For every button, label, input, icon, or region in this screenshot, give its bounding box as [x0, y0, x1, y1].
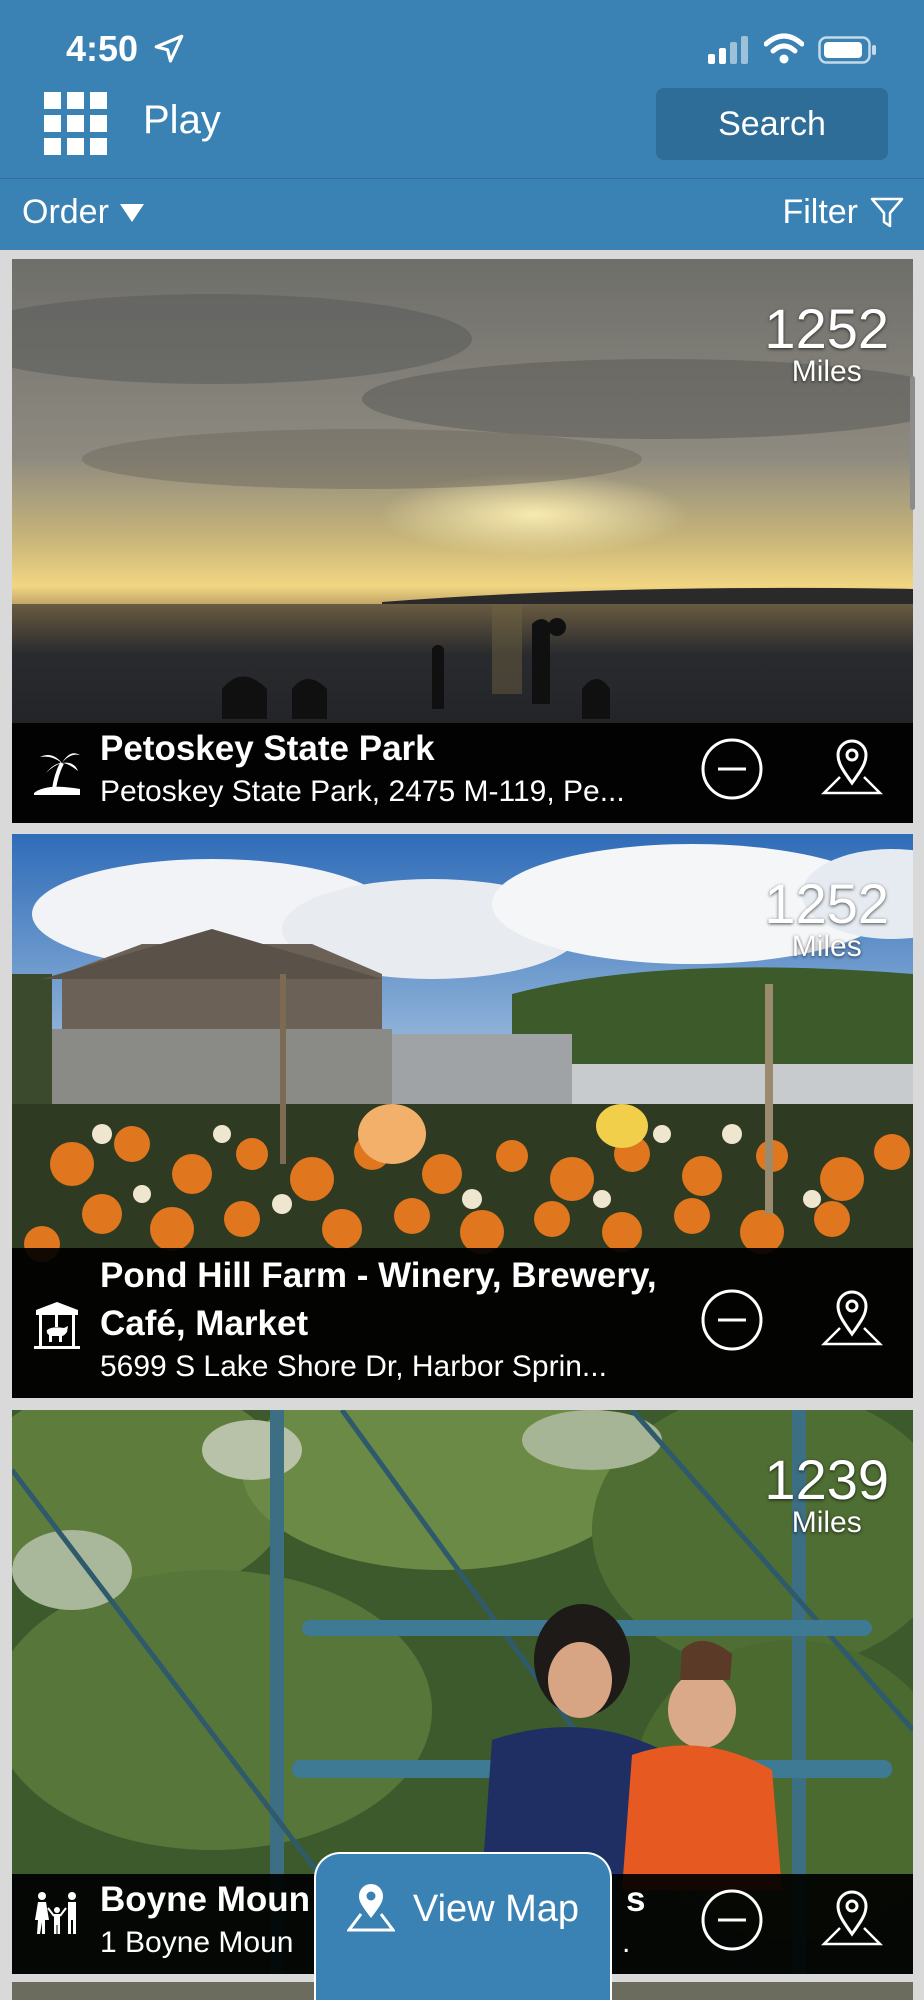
place-name-tail: s — [626, 1880, 646, 1919]
place-address: 5699 S Lake Shore Dr, Harbor Sprin... — [100, 1350, 607, 1383]
distance-unit: Miles — [791, 930, 862, 963]
distance-value: 1239 — [764, 1448, 889, 1511]
place-address: Petoskey State Park, 2475 M-119, Pe... — [100, 775, 625, 808]
place-name: Petoskey State Park — [100, 729, 435, 768]
distance-unit: Miles — [791, 1506, 862, 1539]
scrollbar[interactable] — [910, 376, 915, 510]
view-map-label: View Map — [412, 1888, 580, 1930]
battery-icon — [818, 36, 876, 64]
cellular-signal-icon — [708, 36, 748, 64]
beach-palm-icon — [34, 753, 80, 795]
caret-down-icon — [119, 203, 144, 222]
status-time: 4:50 — [66, 28, 139, 69]
place-card[interactable]: 1252 Miles Petoskey State Park Petoskey … — [12, 259, 913, 823]
family-icon — [35, 1892, 76, 1934]
distance-badge: 1239 Miles — [764, 1452, 889, 1538]
place-name: Pond Hill Farm - Winery, Brewery, Café, … — [100, 1256, 657, 1343]
distance-unit: Miles — [791, 355, 862, 388]
remove-circle-icon[interactable] — [700, 1288, 764, 1352]
remove-circle-icon[interactable] — [700, 1888, 764, 1952]
carousel-icon — [34, 1302, 80, 1349]
order-button[interactable]: Order — [22, 193, 145, 232]
menu-grid-icon[interactable] — [44, 92, 108, 156]
funnel-icon — [870, 197, 904, 227]
place-address-tail: . — [622, 1926, 631, 1959]
distance-badge: 1252 Miles — [764, 301, 889, 387]
map-pin-icon[interactable] — [820, 1286, 884, 1350]
distance-value: 1252 — [764, 297, 889, 360]
search-button[interactable]: Search — [656, 88, 888, 160]
map-pin-icon[interactable] — [820, 1886, 884, 1950]
map-pin-icon[interactable] — [820, 735, 884, 799]
location-arrow-icon — [154, 34, 184, 63]
distance-badge: 1252 Miles — [764, 876, 889, 962]
filter-button[interactable]: Filter — [782, 193, 904, 232]
distance-value: 1252 — [764, 872, 889, 935]
order-label: Order — [22, 193, 109, 231]
page-title: Play — [143, 98, 221, 142]
place-card[interactable]: 1252 Miles Pond Hill Farm - Winery, Brew… — [12, 834, 913, 1398]
view-map-button[interactable]: View Map — [314, 1852, 612, 2000]
wifi-icon — [764, 33, 804, 64]
sort-filter-bar: Order Filter — [0, 178, 924, 250]
map-marker-icon — [346, 1884, 395, 1932]
remove-circle-icon[interactable] — [700, 737, 764, 801]
filter-label: Filter — [782, 193, 858, 231]
app-header: 4:50 Play Search — [0, 0, 924, 178]
